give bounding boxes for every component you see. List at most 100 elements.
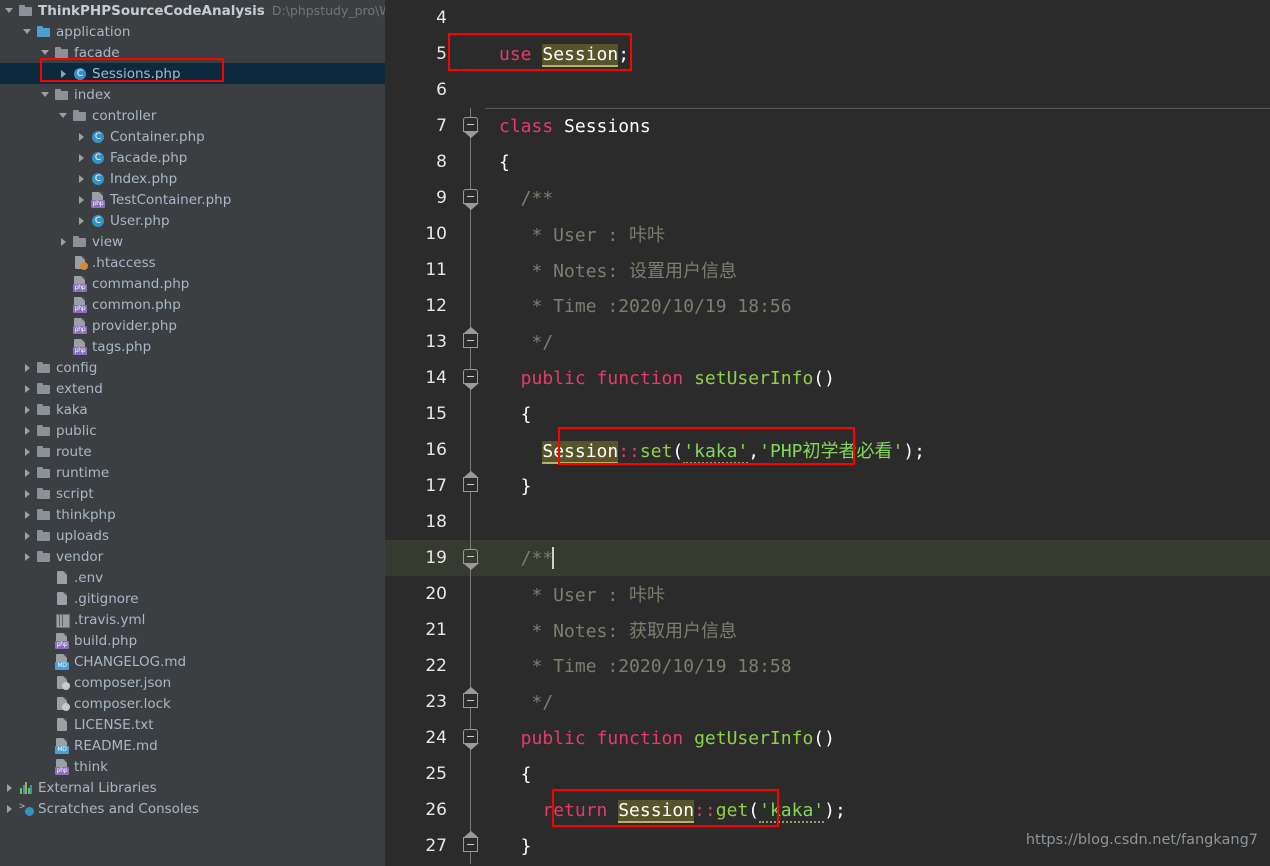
code-line-24[interactable]: 24 public function getUserInfo() <box>385 720 1270 756</box>
code-line-8[interactable]: 8{ <box>385 144 1270 180</box>
code-line-26[interactable]: 26 return Session::get('kaka'); <box>385 792 1270 828</box>
fold-gutter[interactable] <box>457 252 485 288</box>
code-line-20[interactable]: 20 * User : 咔咔 <box>385 576 1270 612</box>
chevron-right-icon[interactable] <box>58 236 69 247</box>
code-line-7[interactable]: 7 class Sessions <box>385 108 1270 144</box>
fold-gutter[interactable] <box>457 360 485 396</box>
fold-end-icon[interactable] <box>463 471 479 492</box>
tree-item-composer-json[interactable]: composer.json <box>0 672 385 693</box>
tree-item-script[interactable]: script <box>0 483 385 504</box>
fold-gutter[interactable] <box>457 180 485 216</box>
fold-gutter[interactable] <box>457 288 485 324</box>
fold-gutter[interactable] <box>457 72 485 108</box>
fold-gutter[interactable] <box>457 684 485 720</box>
tree-item-htaccess[interactable]: .htaccess <box>0 252 385 273</box>
fold-gutter[interactable] <box>457 216 485 252</box>
chevron-down-icon[interactable] <box>58 110 69 121</box>
code-line-23[interactable]: 23 */ <box>385 684 1270 720</box>
tree-item-gitignore[interactable]: .gitignore <box>0 588 385 609</box>
tree-item-facade-php[interactable]: Facade.php <box>0 147 385 168</box>
fold-collapse-icon[interactable] <box>463 729 479 750</box>
chevron-right-icon[interactable] <box>22 509 33 520</box>
tree-item-config[interactable]: config <box>0 357 385 378</box>
fold-gutter[interactable] <box>457 432 485 468</box>
code-line-18[interactable]: 18 <box>385 504 1270 540</box>
code-line-11[interactable]: 11 * Notes: 设置用户信息 <box>385 252 1270 288</box>
chevron-right-icon[interactable] <box>22 404 33 415</box>
fold-collapse-icon[interactable] <box>463 189 479 210</box>
code-line-14[interactable]: 14 public function setUserInfo() <box>385 360 1270 396</box>
code-line-15[interactable]: 15 { <box>385 396 1270 432</box>
tree-item-composer-lock[interactable]: composer.lock <box>0 693 385 714</box>
tree-item-travis-yml[interactable]: .travis.yml <box>0 609 385 630</box>
fold-gutter[interactable] <box>457 576 485 612</box>
code-area[interactable]: 4 5 use Session; 6 7 class Sessions 8{9 /** 10 … <box>385 0 1270 864</box>
fold-collapse-icon[interactable] <box>463 117 479 138</box>
tree-item-provider-php[interactable]: php provider.php <box>0 315 385 336</box>
tree-item-thinkphp[interactable]: thinkphp <box>0 504 385 525</box>
fold-gutter[interactable] <box>457 648 485 684</box>
fold-gutter[interactable] <box>457 396 485 432</box>
tree-item-kaka[interactable]: kaka <box>0 399 385 420</box>
code-line-9[interactable]: 9 /** <box>385 180 1270 216</box>
fold-gutter[interactable] <box>457 828 485 864</box>
tree-item-vendor[interactable]: vendor <box>0 546 385 567</box>
chevron-right-icon[interactable] <box>22 467 33 478</box>
code-line-13[interactable]: 13 */ <box>385 324 1270 360</box>
fold-gutter[interactable] <box>457 144 485 180</box>
tree-item-controller[interactable]: controller <box>0 105 385 126</box>
fold-gutter[interactable] <box>457 468 485 504</box>
chevron-down-icon[interactable] <box>40 89 51 100</box>
code-line-21[interactable]: 21 * Notes: 获取用户信息 <box>385 612 1270 648</box>
chevron-right-icon[interactable] <box>22 446 33 457</box>
tree-item-public[interactable]: public <box>0 420 385 441</box>
code-line-4[interactable]: 4 <box>385 0 1270 36</box>
chevron-right-icon[interactable] <box>4 803 15 814</box>
tree-item-index[interactable]: index <box>0 84 385 105</box>
chevron-right-icon[interactable] <box>76 215 87 226</box>
project-tree[interactable]: ThinkPHPSourceCodeAnalysis D:\phpstudy_pr… <box>0 0 385 819</box>
fold-gutter[interactable] <box>457 0 485 36</box>
tree-item-sessions-php[interactable]: Sessions.php <box>0 63 385 84</box>
tree-item-thinkphpsourcecodeanalysis[interactable]: ThinkPHPSourceCodeAnalysis D:\phpstudy_pr… <box>0 0 385 21</box>
chevron-right-icon[interactable] <box>76 131 87 142</box>
code-line-17[interactable]: 17 } <box>385 468 1270 504</box>
chevron-right-icon[interactable] <box>76 152 87 163</box>
tree-item-env[interactable]: .env <box>0 567 385 588</box>
tree-item-index-php[interactable]: Index.php <box>0 168 385 189</box>
tree-item-facade[interactable]: facade <box>0 42 385 63</box>
fold-gutter[interactable] <box>457 720 485 756</box>
chevron-right-icon[interactable] <box>22 383 33 394</box>
chevron-down-icon[interactable] <box>22 26 33 37</box>
chevron-right-icon[interactable] <box>22 530 33 541</box>
tree-item-runtime[interactable]: runtime <box>0 462 385 483</box>
code-line-22[interactable]: 22 * Time :2020/10/19 18:58 <box>385 648 1270 684</box>
code-line-5[interactable]: 5 use Session; <box>385 36 1270 72</box>
tree-item-think[interactable]: php think <box>0 756 385 777</box>
fold-end-icon[interactable] <box>463 327 479 348</box>
code-editor[interactable]: 4 5 use Session; 6 7 class Sessions 8{9 /** 10 … <box>385 0 1270 866</box>
tree-item-uploads[interactable]: uploads <box>0 525 385 546</box>
tree-item-command-php[interactable]: php command.php <box>0 273 385 294</box>
fold-gutter[interactable] <box>457 756 485 792</box>
tree-item-tags-php[interactable]: php tags.php <box>0 336 385 357</box>
tree-item-route[interactable]: route <box>0 441 385 462</box>
fold-collapse-icon[interactable] <box>463 549 479 570</box>
tree-item-readme-md[interactable]: MD README.md <box>0 735 385 756</box>
tree-item-extend[interactable]: extend <box>0 378 385 399</box>
fold-end-icon[interactable] <box>463 687 479 708</box>
chevron-right-icon[interactable] <box>22 425 33 436</box>
chevron-right-icon[interactable] <box>76 173 87 184</box>
tree-item-view[interactable]: view <box>0 231 385 252</box>
chevron-right-icon[interactable] <box>22 488 33 499</box>
tree-item-external-libraries[interactable]: External Libraries <box>0 777 385 798</box>
tree-item-common-php[interactable]: php common.php <box>0 294 385 315</box>
fold-gutter[interactable] <box>457 504 485 540</box>
project-tree-panel[interactable]: ThinkPHPSourceCodeAnalysis D:\phpstudy_pr… <box>0 0 385 866</box>
fold-gutter[interactable] <box>457 540 485 576</box>
code-line-12[interactable]: 12 * Time :2020/10/19 18:56 <box>385 288 1270 324</box>
tree-item-application[interactable]: application <box>0 21 385 42</box>
fold-gutter[interactable] <box>457 36 485 72</box>
chevron-down-icon[interactable] <box>40 47 51 58</box>
chevron-down-icon[interactable] <box>4 5 15 16</box>
